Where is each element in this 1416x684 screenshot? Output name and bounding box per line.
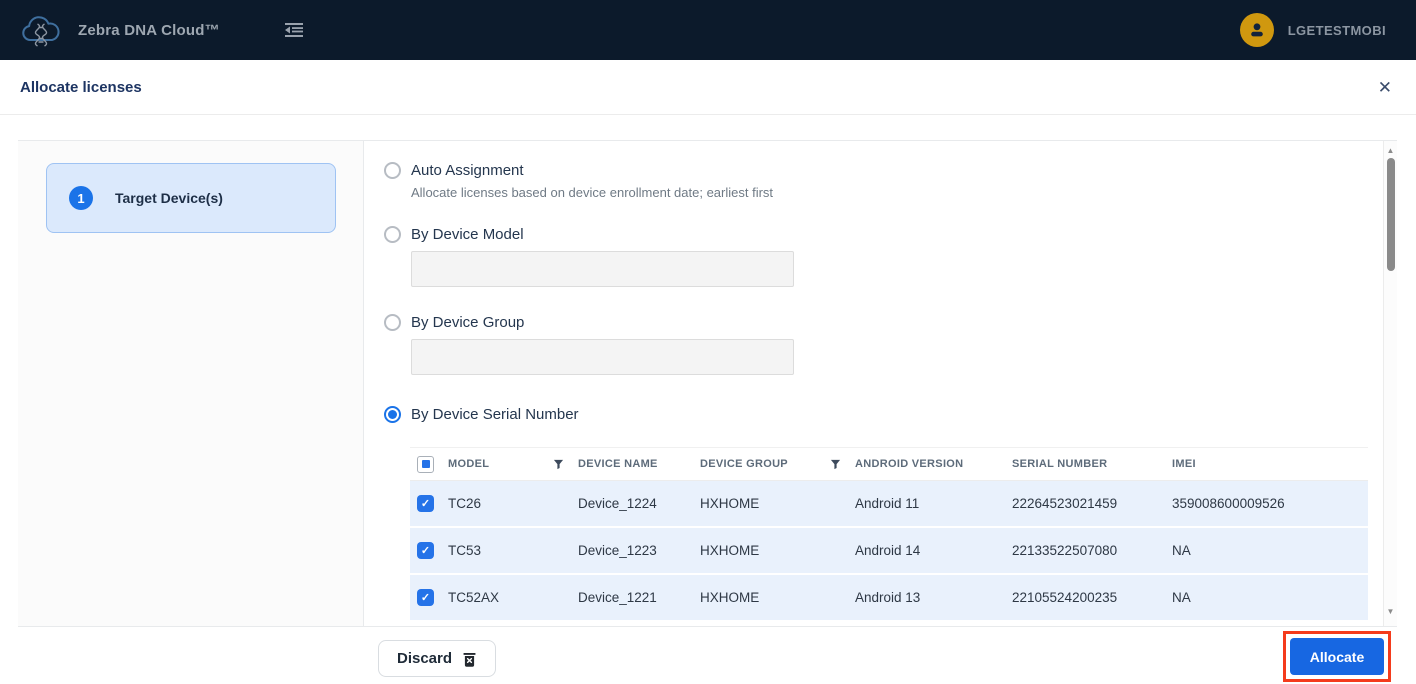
column-header-imei[interactable]: IMEI	[1172, 458, 1368, 470]
close-icon[interactable]: ✕	[1378, 79, 1392, 96]
column-header-model[interactable]: MODEL	[448, 458, 578, 470]
cell-android-version: Android 13	[855, 590, 921, 605]
row-checkbox[interactable]	[417, 589, 434, 606]
cell-device-name: Device_1224	[578, 496, 657, 511]
table-row[interactable]: TC52AX Device_1221 HXHOME Android 13 221…	[410, 575, 1368, 622]
option-label[interactable]: By Device Serial Number	[411, 406, 579, 423]
filter-icon[interactable]	[830, 459, 841, 470]
option-by-device-group[interactable]: By Device Group	[384, 311, 1383, 333]
scrollbar-thumb[interactable]	[1387, 158, 1395, 271]
radio-auto-assignment[interactable]	[384, 161, 401, 179]
filter-icon[interactable]	[553, 459, 564, 470]
radio-by-device-model[interactable]	[384, 225, 401, 243]
user-avatar[interactable]	[1239, 13, 1274, 47]
scroll-down-icon[interactable]: ▼	[1384, 607, 1397, 616]
cell-device-group: HXHOME	[700, 590, 760, 605]
cell-android-version: Android 11	[855, 496, 920, 511]
scrollbar[interactable]: ▲ ▼	[1383, 141, 1397, 626]
column-header-device-name[interactable]: DEVICE NAME	[578, 458, 700, 470]
stepper-pane: 1 Target Device(s)	[18, 141, 364, 626]
row-checkbox[interactable]	[417, 542, 434, 559]
step-number-badge: 1	[69, 186, 93, 210]
cell-imei: 359008600009526	[1172, 496, 1285, 511]
option-by-device-serial-number[interactable]: By Device Serial Number	[384, 403, 1383, 425]
cell-device-name: Device_1223	[578, 543, 657, 558]
top-navbar: Zebra DNA Cloud™ LGETESTMOBI	[0, 0, 1416, 60]
option-by-device-model[interactable]: By Device Model	[384, 223, 1383, 245]
modal-title: Allocate licenses	[20, 78, 142, 96]
cell-device-name: Device_1221	[578, 590, 657, 605]
option-label[interactable]: By Device Model	[411, 226, 524, 243]
cell-model: TC52AX	[448, 590, 500, 605]
cell-device-group: HXHOME	[700, 543, 760, 558]
allocate-button[interactable]: Allocate	[1290, 638, 1384, 675]
device-table: MODEL DEVICE NAME DEVICE GROUP ANDROID V…	[410, 447, 1368, 622]
cell-android-version: Android 14	[855, 543, 921, 558]
app-window: Zebra DNA Cloud™ LGETESTMOBI Allocate li…	[0, 0, 1416, 684]
cell-model: TC53	[448, 543, 482, 558]
table-header-row: MODEL DEVICE NAME DEVICE GROUP ANDROID V…	[410, 448, 1368, 481]
row-checkbox[interactable]	[417, 495, 434, 512]
cell-device-group: HXHOME	[700, 496, 760, 511]
step-label: Target Device(s)	[115, 190, 223, 206]
option-label[interactable]: Auto Assignment	[411, 162, 524, 179]
cell-serial-number: 22264523021459	[1012, 496, 1118, 511]
select-all-checkbox[interactable]	[417, 455, 434, 473]
table-row[interactable]: TC53 Device_1223 HXHOME Android 14 22133…	[410, 528, 1368, 575]
radio-by-device-serial-number[interactable]	[384, 405, 401, 423]
options-pane: Auto Assignment Allocate licenses based …	[364, 141, 1383, 626]
column-header-serial-number[interactable]: SERIAL NUMBER	[1012, 458, 1172, 470]
menu-collapse-icon[interactable]	[282, 20, 306, 40]
step-target-devices[interactable]: 1 Target Device(s)	[46, 163, 336, 233]
zebra-dna-cloud-logo-icon	[16, 8, 66, 52]
device-group-input[interactable]	[411, 339, 794, 375]
cell-imei: NA	[1172, 590, 1191, 605]
device-model-input[interactable]	[411, 251, 794, 287]
discard-label: Discard	[397, 650, 453, 667]
scroll-up-icon[interactable]: ▲	[1384, 146, 1397, 155]
allocate-highlight-annotation: Allocate	[1283, 631, 1391, 682]
column-header-device-group[interactable]: DEVICE GROUP	[700, 458, 855, 470]
column-header-android-version[interactable]: ANDROID VERSION	[855, 458, 1012, 470]
cell-imei: NA	[1172, 543, 1191, 558]
trash-icon	[462, 651, 477, 667]
modal-titlebar: Allocate licenses ✕	[0, 60, 1416, 115]
option-auto-assignment[interactable]: Auto Assignment	[384, 159, 1383, 181]
option-label[interactable]: By Device Group	[411, 314, 524, 331]
cell-model: TC26	[448, 496, 482, 511]
cell-serial-number: 22133522507080	[1012, 543, 1118, 558]
table-row[interactable]: TC26 Device_1224 HXHOME Android 11 22264…	[410, 481, 1368, 528]
app-title: Zebra DNA Cloud™	[78, 21, 220, 39]
username-label: LGETESTMOBI	[1287, 22, 1386, 38]
option-description: Allocate licenses based on device enroll…	[411, 185, 774, 200]
cell-serial-number: 22105524200235	[1012, 590, 1118, 605]
discard-button[interactable]: Discard	[378, 640, 497, 677]
radio-by-device-group[interactable]	[384, 313, 401, 331]
modal-body: 1 Target Device(s) Auto Assignment Alloc…	[18, 140, 1397, 627]
